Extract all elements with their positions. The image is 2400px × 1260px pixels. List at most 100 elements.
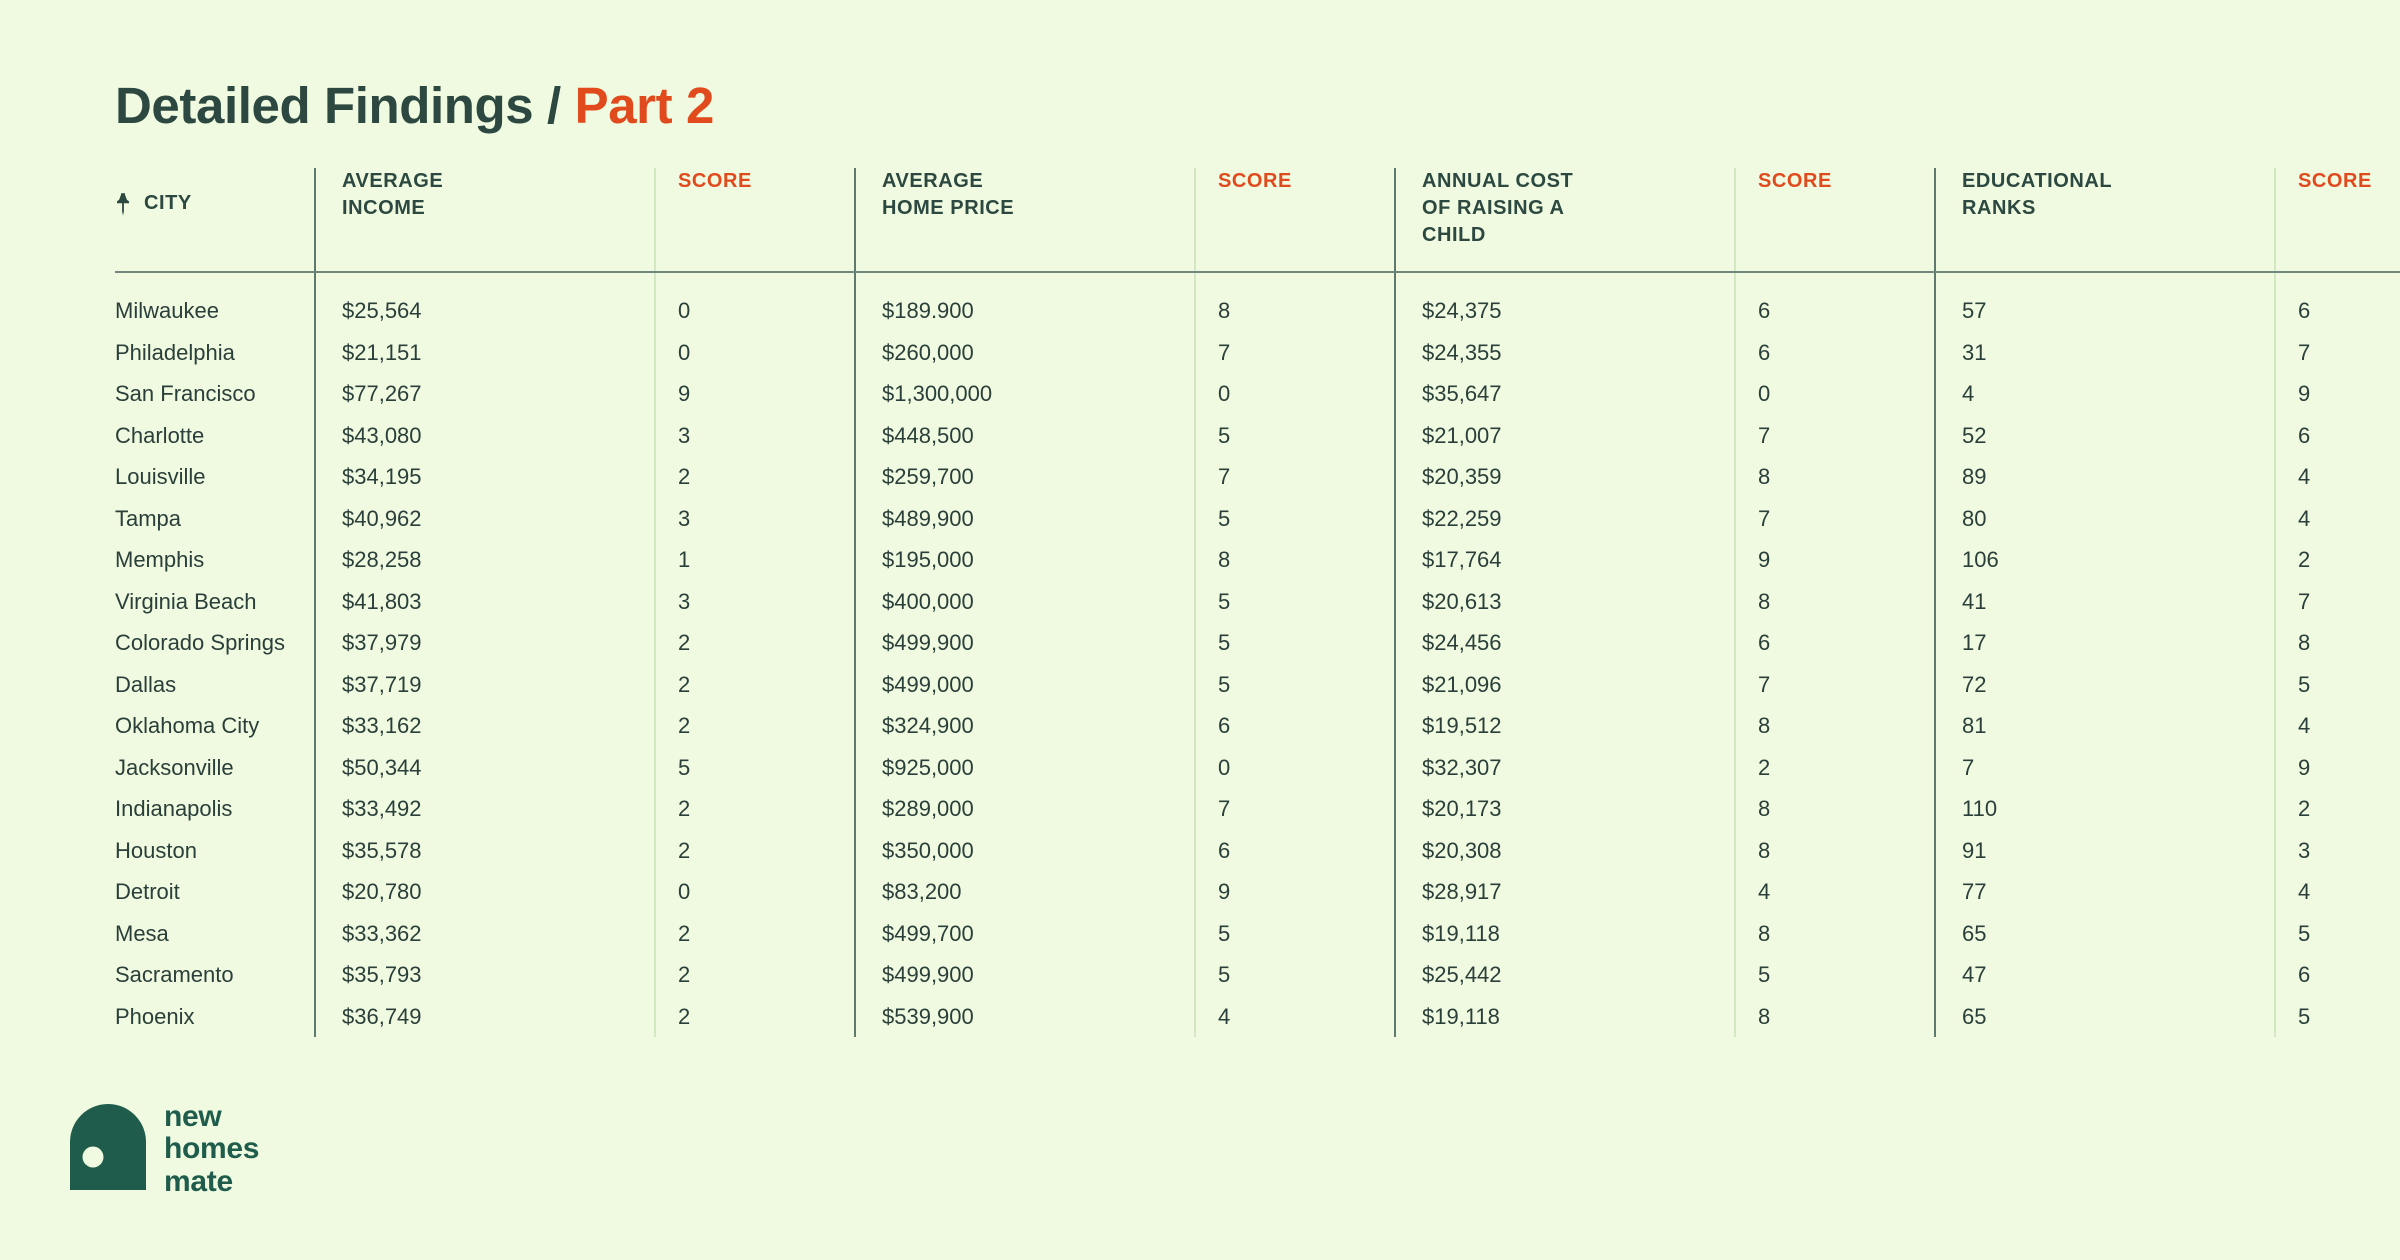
cell-score-child-cost: 9 xyxy=(1734,539,1935,581)
cell-score-income: 2 xyxy=(654,705,855,747)
table-row[interactable]: Memphis$28,2581$195,0008$17,7649106244.2… xyxy=(115,539,2400,581)
cell-score-home-price: 5 xyxy=(1194,912,1395,955)
column-header-average-income[interactable]: AVERAGE INCOME xyxy=(314,168,655,274)
cell-score-child-cost: 6 xyxy=(1734,272,1935,332)
header-line-1: SCORE xyxy=(1218,170,1292,193)
cell-city: Tampa xyxy=(115,505,182,531)
table-row[interactable]: Sacramento$35,7932$499,9005$25,442547640… xyxy=(115,954,2400,996)
cell-score-child-cost: 8 xyxy=(1734,829,1935,872)
cell-score-income: 2 xyxy=(654,456,855,498)
table-row[interactable]: Jacksonville$50,3445$925,0000$32,3072795… xyxy=(115,746,2400,789)
table-row[interactable]: San Francisco $77,267 9 $1,300,000 0 $35,647 0… xyxy=(115,373,2400,415)
cell-annual-cost-child: $25,442 xyxy=(1394,954,1735,996)
cell-average-home-price: $324,900 xyxy=(854,705,1195,747)
cell-average-income: $36,749 xyxy=(314,995,655,1038)
table-header: CITY AVERAGE INCOME SCORE AVERAGE HOME P… xyxy=(115,168,2400,274)
cell-average-income: $35,578 xyxy=(314,829,655,872)
cell-average-home-price: $260,000 xyxy=(854,331,1195,374)
column-header-score-home-price[interactable]: SCORE xyxy=(1194,168,1395,274)
cell-educational-rank: 77 xyxy=(1934,871,2275,913)
cell-educational-rank: 106 xyxy=(1934,539,2275,581)
cell-average-home-price: $289,000 xyxy=(854,788,1195,830)
cell-average-home-price: $1,300,000 xyxy=(854,373,1195,415)
cell-city: Milwaukee xyxy=(115,298,219,324)
cell-educational-rank: 41 xyxy=(1934,580,2275,623)
table-row[interactable]: Colorado Springs $37,979 2 $499,900 5 $24,456… xyxy=(115,622,2400,664)
table-row[interactable]: Oklahoma City $33,162 2 $324,900 6 $19,512 8 81… xyxy=(115,705,2400,747)
cell-score-child-cost: 8 xyxy=(1734,995,1935,1038)
cell-average-home-price: $195,000 xyxy=(854,539,1195,581)
cell-educational-rank: 72 xyxy=(1934,663,2275,706)
cell-score-child-cost: 7 xyxy=(1734,414,1935,457)
cell-educational-rank: 17 xyxy=(1934,622,2275,664)
column-header-average-home-price[interactable]: AVERAGE HOME PRICE xyxy=(854,168,1195,274)
column-header-score-education[interactable]: SCORE xyxy=(2274,168,2400,274)
cell-city: San Francisco xyxy=(115,381,256,407)
cell-score-home-price: 8 xyxy=(1194,539,1395,581)
table-row[interactable]: Houston$35,5782$350,0006$20,308891339.77… xyxy=(115,829,2400,872)
table-row[interactable]: Mesa$33,3622$499,7005$19,118865533.99%22… xyxy=(115,912,2400,955)
table-row[interactable]: Louisville$34,1952$259,7007$20,359889441… xyxy=(115,456,2400,498)
cell-average-home-price: $83,200 xyxy=(854,871,1195,913)
cell-average-income: $37,979 xyxy=(314,622,655,664)
findings-table: CITY AVERAGE INCOME SCORE AVERAGE HOME P… xyxy=(115,168,2400,1038)
cell-city: Virginia Beach xyxy=(115,588,257,614)
cell-annual-cost-child: $32,307 xyxy=(1394,746,1735,789)
cell-score-income: 5 xyxy=(654,746,855,789)
cell-city: Oklahoma City xyxy=(115,713,260,739)
cell-annual-cost-child: $19,118 xyxy=(1394,995,1735,1038)
cell-score-education: 5 xyxy=(2274,912,2400,955)
cell-score-education: 4 xyxy=(2274,705,2400,747)
cell-annual-cost-child: $17,764 xyxy=(1394,539,1735,581)
cell-average-home-price: $499,900 xyxy=(854,622,1195,664)
page-title-main: Detailed Findings xyxy=(115,77,534,134)
cell-score-education: 4 xyxy=(2274,456,2400,498)
cell-educational-rank: 65 xyxy=(1934,995,2275,1038)
table-row[interactable]: Detroit$20,7800$83,2009$28,917477447.95%… xyxy=(115,871,2400,913)
table-row[interactable]: Charlotte$43,0803$448,5005$21,007752641.… xyxy=(115,414,2400,457)
header-line-3: CHILD xyxy=(1422,224,1486,247)
cell-score-education: 7 xyxy=(2274,331,2400,374)
door-arch-icon xyxy=(70,1103,146,1195)
cell-educational-rank: 91 xyxy=(1934,829,2275,872)
header-line-1: SCORE xyxy=(1758,170,1832,193)
table-row[interactable]: Milwaukee$25,5640$189.9008$24,375657646.… xyxy=(115,272,2400,332)
cell-average-income: $20,780 xyxy=(314,871,655,913)
column-header-city[interactable]: CITY xyxy=(115,168,315,274)
column-header-educational-ranks[interactable]: EDUCATIONAL RANKS xyxy=(1934,168,2275,274)
cell-city: Phoenix xyxy=(115,1003,195,1029)
cell-score-income: 0 xyxy=(654,871,855,913)
cell-annual-cost-child: $19,512 xyxy=(1394,705,1735,747)
table-row[interactable]: Philadelphia $21,151 0 $260,000 7 $24,355 6 31 7… xyxy=(115,331,2400,374)
table-row[interactable]: Indianapolis $33,492 2 $289,000 7 $20,173 8 110… xyxy=(115,788,2400,830)
cell-city: Colorado Springs xyxy=(115,630,285,656)
brand-logo: new homes mate xyxy=(70,1100,260,1198)
cell-score-child-cost: 7 xyxy=(1734,663,1935,706)
cell-score-home-price: 4 xyxy=(1194,995,1395,1038)
header-line-2: RANKS xyxy=(1962,197,2036,220)
table-row[interactable]: Tampa$40,9623$489,9005$22,259780445.63%6… xyxy=(115,497,2400,540)
cell-score-income: 3 xyxy=(654,414,855,457)
cell-score-child-cost: 8 xyxy=(1734,705,1935,747)
header-line-1: AVERAGE xyxy=(882,170,984,193)
cell-score-income: 2 xyxy=(654,663,855,706)
cell-score-income: 3 xyxy=(654,497,855,540)
cell-annual-cost-child: $21,096 xyxy=(1394,663,1735,706)
cell-score-home-price: 9 xyxy=(1194,871,1395,913)
cell-average-home-price: $189.900 xyxy=(854,272,1195,332)
cell-score-home-price: 5 xyxy=(1194,622,1395,664)
column-header-score-child-cost[interactable]: SCORE xyxy=(1734,168,1935,274)
column-header-annual-cost-child[interactable]: ANNUAL COST OF RAISING A CHILD xyxy=(1394,168,1735,274)
cell-score-child-cost: 7 xyxy=(1734,497,1935,540)
cell-average-income: $33,162 xyxy=(314,705,655,747)
table-row[interactable]: Dallas$37,7192$499,0005$21,096772543.77%… xyxy=(115,663,2400,706)
column-header-score-income[interactable]: SCORE xyxy=(654,168,855,274)
cell-score-child-cost: 6 xyxy=(1734,622,1935,664)
cell-score-education: 6 xyxy=(2274,272,2400,332)
brand-logo-line-2: homes xyxy=(164,1132,260,1166)
table-row[interactable]: Phoenix$36,7492$539,9004$19,118865536.23… xyxy=(115,995,2400,1038)
table-row[interactable]: Virginia Beach $41,803 3 $400,000 5 $20,613 8 4… xyxy=(115,580,2400,623)
header-line-1: AVERAGE xyxy=(342,170,444,193)
header-line-2: INCOME xyxy=(342,197,426,220)
cell-city: Louisville xyxy=(115,464,206,490)
